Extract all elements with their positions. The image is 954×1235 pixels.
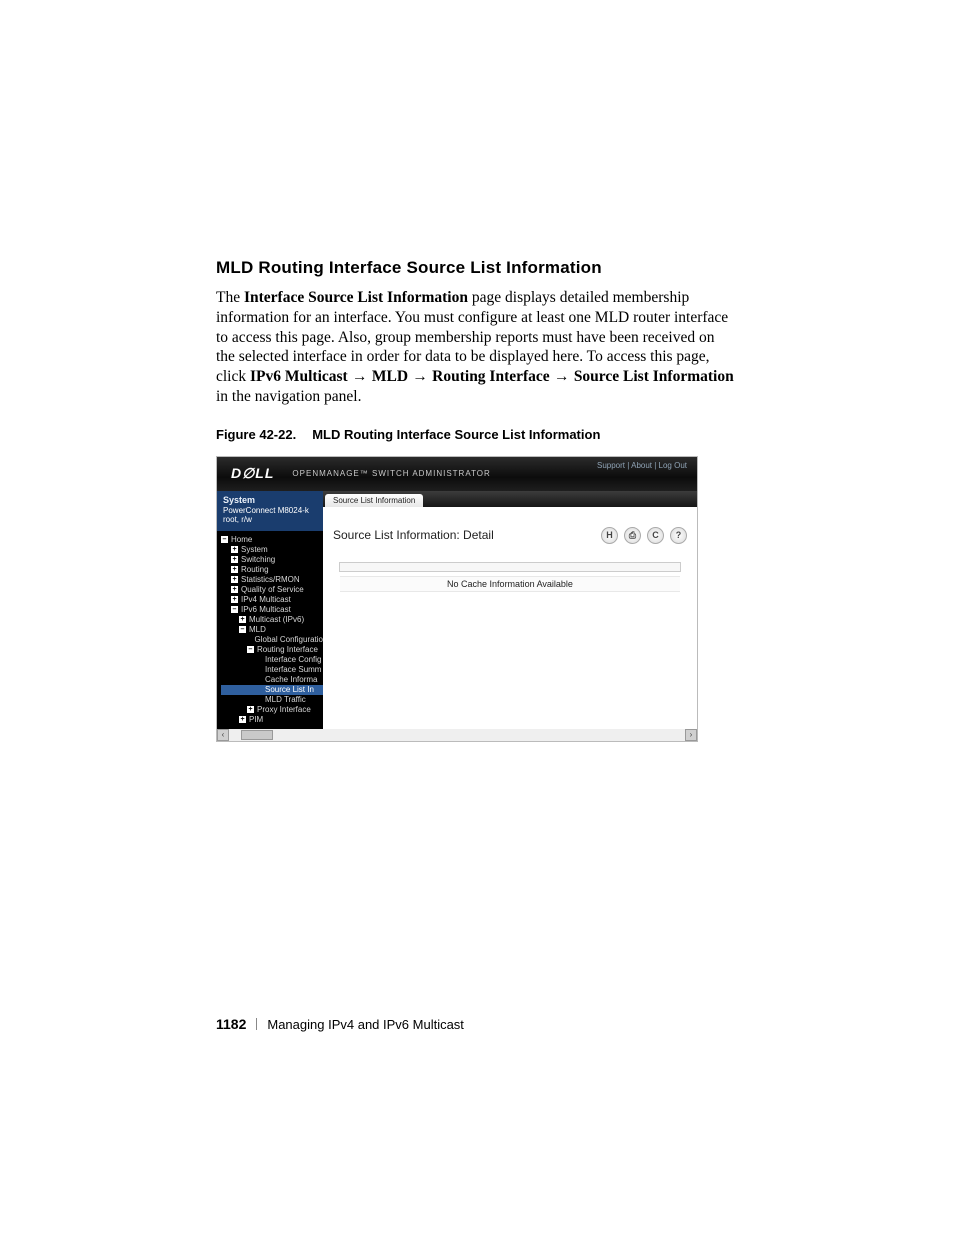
screenshot-figure: D∅LL OPENMANAGE™ SWITCH ADMINISTRATOR Su… xyxy=(216,456,698,742)
nav-step: IPv6 Multicast xyxy=(250,368,348,385)
app-brand: OPENMANAGE™ SWITCH ADMINISTRATOR xyxy=(292,469,490,478)
tree-item[interactable]: Proxy Interface xyxy=(221,705,323,715)
figure-caption: Figure 42-22. MLD Routing Interface Sourc… xyxy=(216,427,736,442)
expand-icon[interactable] xyxy=(231,556,238,563)
scroll-track[interactable] xyxy=(229,729,685,741)
tree-item[interactable]: Multicast (IPv6) xyxy=(221,615,323,625)
tree-item-label: Interface Summ xyxy=(265,665,321,674)
print-icon[interactable]: ⎙ xyxy=(624,527,641,544)
tree-item-label: Quality of Service xyxy=(241,585,304,594)
tree-item-label: Proxy Interface xyxy=(257,705,311,714)
nav-step: Source List Information xyxy=(574,368,734,385)
tree-item-label: Global Configuratio xyxy=(255,635,323,644)
tree-item-label: Interface Config xyxy=(265,655,321,664)
tree-item-label: Statistics/RMON xyxy=(241,575,300,584)
nav-tree[interactable]: HomeSystemSwitchingRoutingStatistics/RMO… xyxy=(217,531,323,725)
tree-item-label: Multicast (IPv6) xyxy=(249,615,304,624)
header-links[interactable]: Support | About | Log Out xyxy=(597,461,687,470)
tree-item-label: MLD Traffic xyxy=(265,695,306,704)
sidebar-model: PowerConnect M8024-k xyxy=(223,506,317,516)
main-panel: Source List Information Source List Info… xyxy=(323,491,697,729)
scroll-right-icon[interactable]: › xyxy=(685,729,697,741)
tree-item[interactable]: Statistics/RMON xyxy=(221,575,323,585)
sidebar-system-label: System xyxy=(223,495,317,506)
panel-title: Source List Information: Detail xyxy=(333,528,494,542)
tree-item[interactable]: IPv4 Multicast xyxy=(221,595,323,605)
text: in the navigation panel. xyxy=(216,388,362,405)
tree-item-label: Home xyxy=(231,535,252,544)
tree-item[interactable]: System xyxy=(221,545,323,555)
figure-number: Figure 42-22. xyxy=(216,427,296,442)
tree-item[interactable]: Cache Informa xyxy=(221,675,323,685)
sidebar-header: System PowerConnect M8024-k root, r/w xyxy=(217,491,323,531)
footer-divider xyxy=(256,1018,257,1030)
tree-item-label: Source List In xyxy=(265,685,314,694)
tree-item[interactable]: Routing xyxy=(221,565,323,575)
figure-title: MLD Routing Interface Source List Inform… xyxy=(312,427,600,442)
tree-item[interactable]: Home xyxy=(221,535,323,545)
tree-item-label: Switching xyxy=(241,555,275,564)
tree-item[interactable]: PIM xyxy=(221,715,323,725)
page-footer: 1182 Managing IPv4 and IPv6 Multicast xyxy=(216,1016,464,1032)
tree-item[interactable]: MLD Traffic xyxy=(221,695,323,705)
text: The xyxy=(216,289,244,306)
tree-item[interactable]: Interface Summ xyxy=(221,665,323,675)
nav-sidebar: System PowerConnect M8024-k root, r/w Ho… xyxy=(217,491,323,729)
tab-bar: Source List Information xyxy=(323,491,697,507)
collapse-icon[interactable] xyxy=(239,626,246,633)
tree-item-label: MLD xyxy=(249,625,266,634)
tree-item-label: IPv6 Multicast xyxy=(241,605,291,614)
tree-item[interactable]: Interface Config xyxy=(221,655,323,665)
tree-item-label: Cache Informa xyxy=(265,675,317,684)
tree-item-label: System xyxy=(241,545,268,554)
tree-item[interactable]: Switching xyxy=(221,555,323,565)
tree-item-label: Routing xyxy=(241,565,269,574)
tree-item-label: Routing Interface xyxy=(257,645,318,654)
nav-step: Routing Interface xyxy=(432,368,550,385)
expand-icon[interactable] xyxy=(247,706,254,713)
collapse-icon[interactable] xyxy=(231,606,238,613)
arrow-icon: → xyxy=(408,368,432,385)
scroll-thumb[interactable] xyxy=(241,730,273,740)
collapse-icon[interactable] xyxy=(221,536,228,543)
expand-icon[interactable] xyxy=(231,596,238,603)
section-heading: MLD Routing Interface Source List Inform… xyxy=(216,258,736,278)
tree-item[interactable]: Global Configuratio xyxy=(221,635,323,645)
nav-step: MLD xyxy=(372,368,408,385)
expand-icon[interactable] xyxy=(231,566,238,573)
tree-item[interactable]: Source List In xyxy=(221,685,323,695)
tree-item[interactable]: Routing Interface xyxy=(221,645,323,655)
arrow-icon: → xyxy=(348,368,372,385)
tree-item[interactable]: IPv6 Multicast xyxy=(221,605,323,615)
tree-item-label: PIM xyxy=(249,715,263,724)
page-number: 1182 xyxy=(216,1016,246,1032)
body-paragraph: The Interface Source List Information pa… xyxy=(216,288,736,407)
tree-item-label: IPv4 Multicast xyxy=(241,595,291,604)
app-header: D∅LL OPENMANAGE™ SWITCH ADMINISTRATOR Su… xyxy=(217,457,697,491)
expand-icon[interactable] xyxy=(239,716,246,723)
expand-icon[interactable] xyxy=(231,546,238,553)
dell-logo: D∅LL xyxy=(217,465,274,482)
no-data-message: No Cache Information Available xyxy=(340,576,680,592)
expand-icon[interactable] xyxy=(231,586,238,593)
refresh-icon[interactable]: C xyxy=(647,527,664,544)
tree-item[interactable]: MLD xyxy=(221,625,323,635)
expand-icon[interactable] xyxy=(239,616,246,623)
expand-icon[interactable] xyxy=(231,576,238,583)
help-icon[interactable]: ? xyxy=(670,527,687,544)
horizontal-scrollbar[interactable]: ‹ › xyxy=(217,729,697,741)
arrow-icon: → xyxy=(550,368,574,385)
sidebar-user: root, r/w xyxy=(223,515,317,525)
collapse-icon[interactable] xyxy=(247,646,254,653)
tab-source-list-information[interactable]: Source List Information xyxy=(325,494,423,507)
bold-term: Interface Source List Information xyxy=(244,289,468,306)
save-icon[interactable]: H xyxy=(601,527,618,544)
result-header-bar xyxy=(339,562,681,572)
chapter-title: Managing IPv4 and IPv6 Multicast xyxy=(267,1017,464,1032)
tree-item[interactable]: Quality of Service xyxy=(221,585,323,595)
scroll-left-icon[interactable]: ‹ xyxy=(217,729,229,741)
